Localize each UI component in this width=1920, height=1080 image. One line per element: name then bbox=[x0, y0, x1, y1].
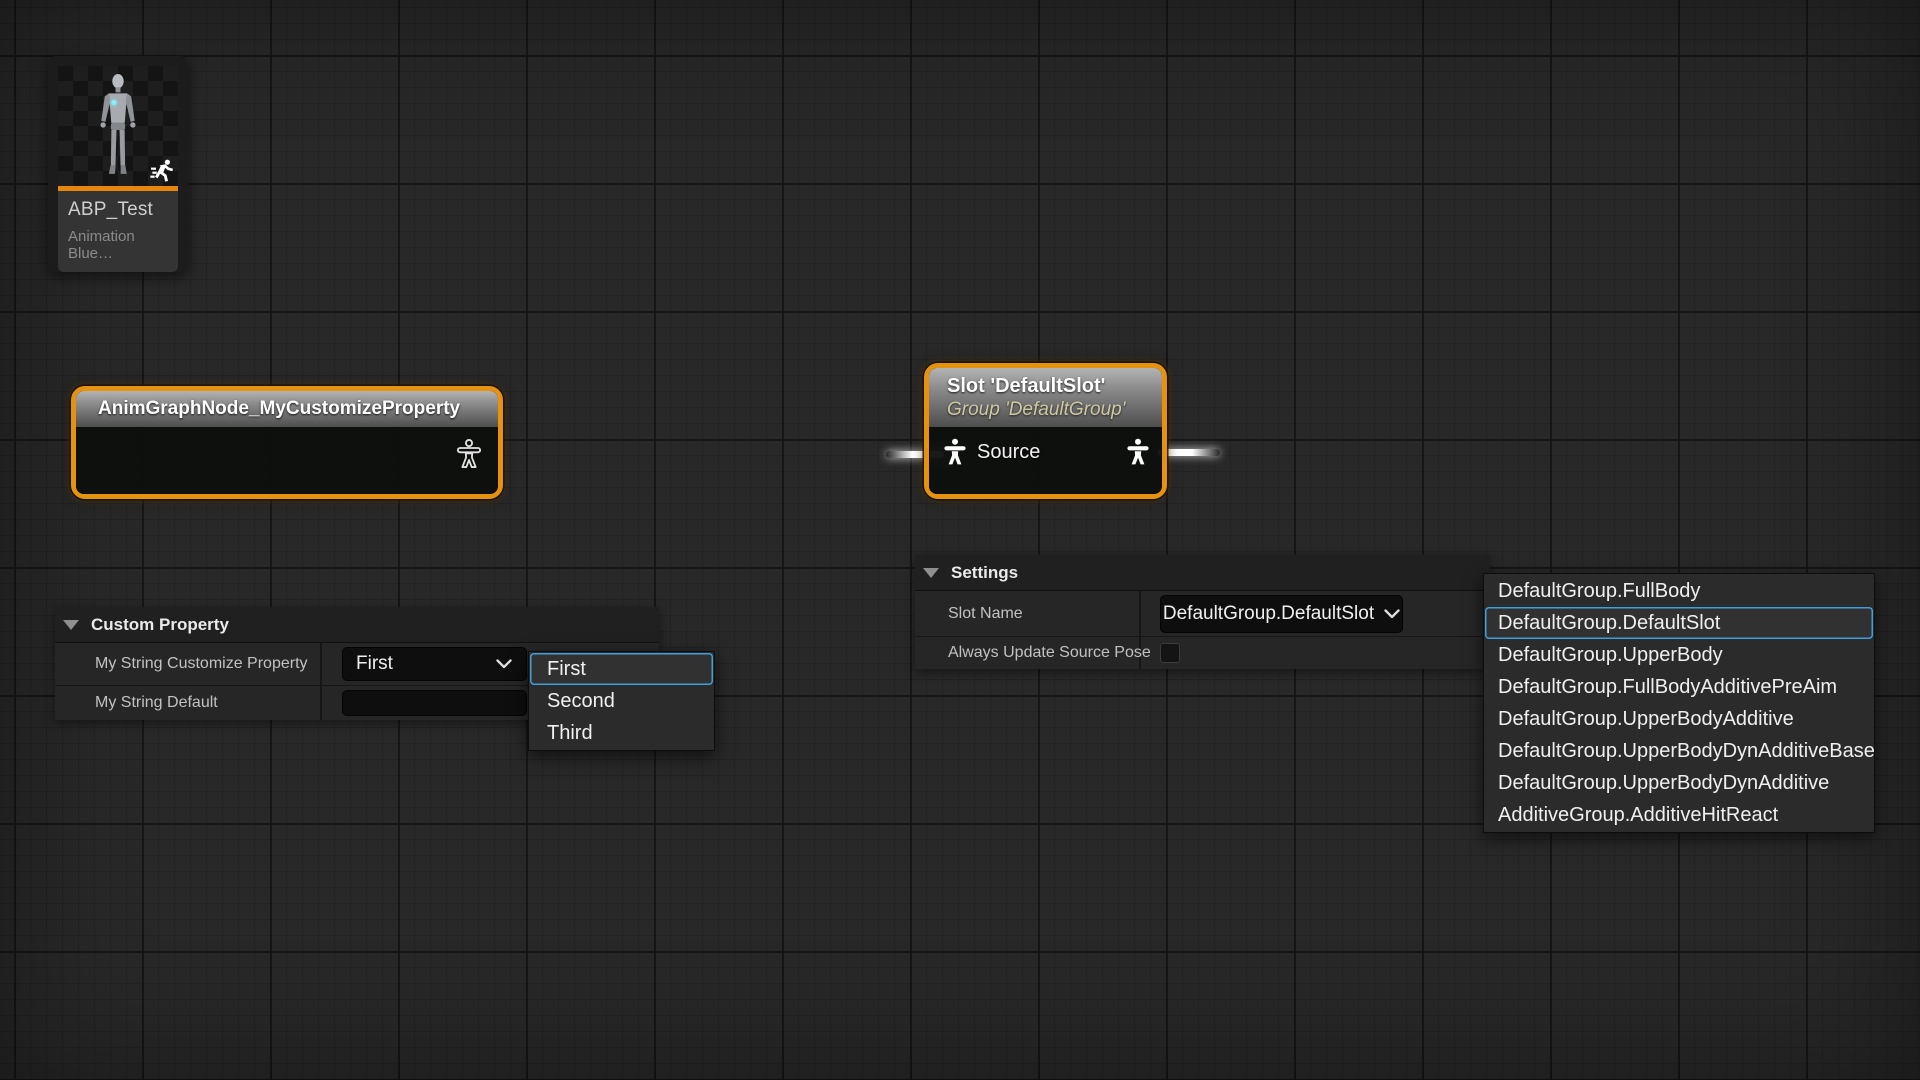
property-label-cell: My String Default bbox=[55, 686, 322, 720]
category-title: Settings bbox=[951, 563, 1018, 583]
menu-item-upperbodydynadditive[interactable]: DefaultGroup.UpperBodyDynAdditive bbox=[1485, 767, 1873, 799]
property-label: Always Update Source Pose bbox=[948, 644, 1151, 662]
node-slot-defaultslot[interactable]: Slot 'DefaultSlot' Group 'DefaultGroup' … bbox=[924, 363, 1167, 499]
property-label-cell: Slot Name bbox=[915, 591, 1141, 636]
mannequin-figure-icon bbox=[82, 72, 154, 184]
menu-item-defaultslot[interactable]: DefaultGroup.DefaultSlot bbox=[1485, 607, 1873, 639]
enum-dropdown-menu: First Second Third bbox=[528, 651, 715, 751]
canvas-vignette bbox=[0, 0, 1920, 1080]
node-title: AnimGraphNode_MyCustomizeProperty bbox=[98, 398, 460, 419]
slot-name-dropdown-menu: DefaultGroup.FullBody DefaultGroup.Defau… bbox=[1483, 573, 1875, 833]
menu-item-upperbodydynadditivebase[interactable]: DefaultGroup.UpperBodyDynAdditiveBase bbox=[1485, 735, 1873, 767]
asset-tile-abp-test[interactable]: ABP_Test Animation Blue… bbox=[48, 56, 188, 272]
my-string-customize-combobox[interactable]: First bbox=[342, 647, 527, 681]
menu-item-second[interactable]: Second bbox=[530, 685, 713, 717]
node-animgraphnode-mycustomizeproperty[interactable]: AnimGraphNode_MyCustomizeProperty bbox=[71, 386, 503, 499]
property-label-cell: Always Update Source Pose bbox=[915, 637, 1141, 669]
node-inner: AnimGraphNode_MyCustomizeProperty bbox=[76, 391, 498, 494]
property-row-slot-name: Slot Name DefaultGroup.DefaultSlot bbox=[915, 591, 1490, 637]
menu-item-first[interactable]: First bbox=[530, 653, 713, 685]
category-header-settings[interactable]: Settings bbox=[915, 555, 1490, 591]
property-label: Slot Name bbox=[948, 605, 1023, 623]
anim-graph-canvas[interactable]: ABP_Test Animation Blue… AnimGraphNode_M… bbox=[0, 0, 1920, 1080]
chevron-down-icon bbox=[1384, 609, 1400, 619]
chevron-down-icon bbox=[496, 659, 512, 669]
category-header-custom-property[interactable]: Custom Property bbox=[55, 607, 659, 643]
pose-input-pin-icon[interactable] bbox=[943, 438, 967, 466]
node-inner: Slot 'DefaultSlot' Group 'DefaultGroup' … bbox=[929, 368, 1162, 494]
property-label-cell: My String Customize Property bbox=[55, 643, 322, 685]
menu-item-upperbody[interactable]: DefaultGroup.UpperBody bbox=[1485, 639, 1873, 671]
property-label: My String Default bbox=[95, 694, 218, 712]
property-value-cell: DefaultGroup.DefaultSlot bbox=[1141, 595, 1490, 633]
menu-item-fullbody[interactable]: DefaultGroup.FullBody bbox=[1485, 575, 1873, 607]
node-body: Source bbox=[929, 427, 1162, 466]
slot-name-combobox[interactable]: DefaultGroup.DefaultSlot bbox=[1160, 595, 1403, 633]
always-update-source-pose-checkbox[interactable] bbox=[1160, 643, 1180, 663]
property-value-cell bbox=[1141, 643, 1490, 663]
combobox-value: DefaultGroup.DefaultSlot bbox=[1163, 603, 1374, 625]
menu-item-third[interactable]: Third bbox=[530, 717, 713, 749]
node-header[interactable]: AnimGraphNode_MyCustomizeProperty bbox=[76, 391, 498, 427]
pose-wire-right bbox=[1158, 449, 1220, 456]
combobox-value: First bbox=[356, 653, 393, 675]
pose-pin-icon[interactable] bbox=[456, 439, 482, 469]
pose-output-pin-icon[interactable] bbox=[1126, 438, 1150, 466]
menu-item-upperbodyadditive[interactable]: DefaultGroup.UpperBodyAdditive bbox=[1485, 703, 1873, 735]
property-row-always-update-source-pose: Always Update Source Pose bbox=[915, 637, 1490, 669]
node-header[interactable]: Slot 'DefaultSlot' Group 'DefaultGroup' bbox=[929, 368, 1162, 427]
asset-title: ABP_Test bbox=[68, 199, 168, 221]
expander-triangle-icon[interactable] bbox=[923, 568, 939, 578]
my-string-default-input[interactable] bbox=[342, 690, 527, 716]
category-title: Custom Property bbox=[91, 615, 229, 635]
menu-item-additivehitreact[interactable]: AdditiveGroup.AdditiveHitReact bbox=[1485, 799, 1873, 831]
asset-thumbnail bbox=[58, 66, 178, 186]
source-pin-label: Source bbox=[977, 441, 1040, 464]
menu-item-fullbodyadditivepreaim[interactable]: DefaultGroup.FullBodyAdditivePreAim bbox=[1485, 671, 1873, 703]
node-body bbox=[76, 427, 498, 469]
anim-blueprint-running-man-icon bbox=[150, 158, 176, 184]
node-title: Slot 'DefaultSlot' bbox=[947, 375, 1162, 398]
expander-triangle-icon[interactable] bbox=[63, 620, 79, 630]
settings-panel: Settings Slot Name DefaultGroup.DefaultS… bbox=[915, 555, 1490, 669]
asset-type-label: Animation Blue… bbox=[68, 228, 178, 262]
node-subtitle: Group 'DefaultGroup' bbox=[947, 398, 1162, 421]
asset-name-area: ABP_Test Animation Blue… bbox=[58, 191, 178, 272]
property-label: My String Customize Property bbox=[95, 655, 308, 673]
